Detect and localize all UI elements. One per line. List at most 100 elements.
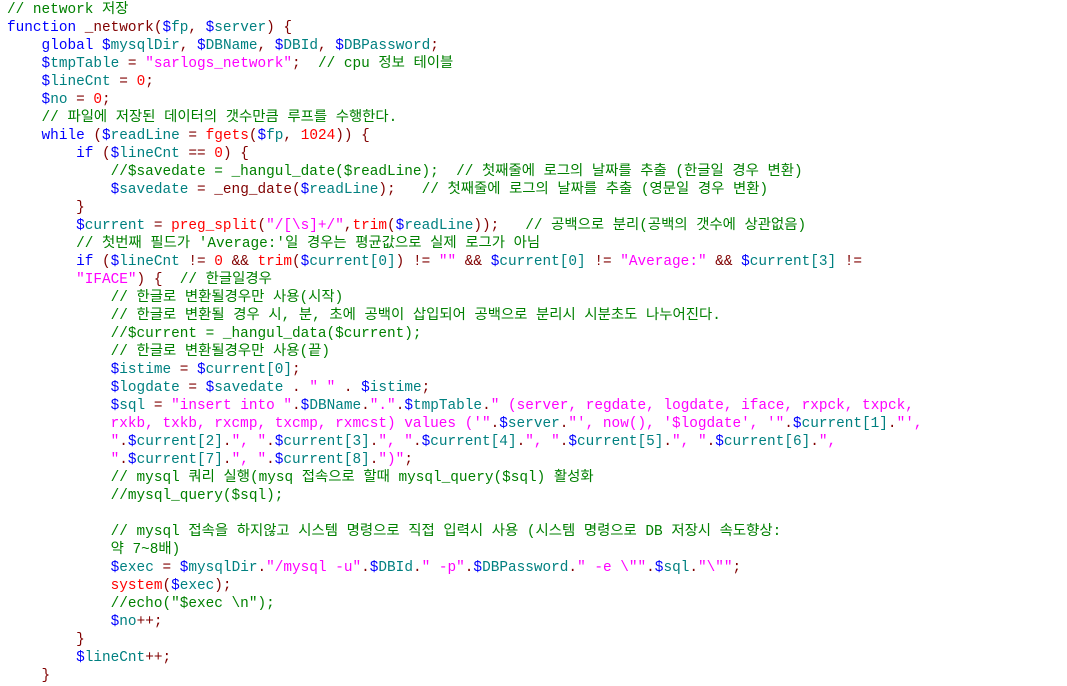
variable-sigil-token: $ [110,254,120,270]
variable-name-token: DBId [283,38,318,54]
code-line: ".$current[2].", ".$current[3].", ".$cur… [7,433,1067,451]
variable-name-token: lineCnt [84,650,146,666]
string-token: " [110,452,120,468]
string-token: "/mysql -u" [266,560,362,576]
code-token: && [222,254,258,270]
code-token: != [585,254,621,270]
code-token: . [266,452,275,468]
code-token: . [361,398,370,414]
string-token: "." [369,398,396,414]
variable-name-token: DBName [309,398,362,414]
number-token: 0 [214,254,223,270]
variable-name-token: mysqlDir [188,560,258,576]
code-token: ( [93,146,111,162]
code-token: . [335,380,362,396]
variable-name-token: DBPassword [482,560,569,576]
code-token: ++; [145,650,172,666]
code-line: } [7,199,1067,217]
code-line: // 파일에 저장된 데이터의 갯수만큼 루프를 수행한다. [7,109,1067,127]
code-token: ++; [136,614,163,630]
code-token: = [179,128,206,144]
code-line: "IFACE") { // 한글일경우 [7,271,1067,289]
code-token: = _eng_date( [188,182,301,198]
comment-token: // 한글로 변환될경우만 사용(시작) [110,290,344,306]
number-token: 0 [136,74,146,90]
code-line: // 한글로 변환될경우만 사용(시작) [7,289,1067,307]
comment-token: // 한글로 변환될 경우 시, 분, 초에 공백이 삽입되어 공백으로 분리시… [110,308,721,324]
string-token: ", " [231,434,267,450]
variable-sigil-token: $ [102,128,111,144]
variable-sigil-token: $ [741,254,750,270]
code-token: ) != [395,254,439,270]
code-line: } [7,667,1067,685]
variable-sigil-token: $ [76,218,85,234]
code-token: = [153,560,180,576]
variable-name-token: no [50,92,68,108]
string-token: ", " [231,452,267,468]
keyword-token: if [76,146,94,162]
code-token: = [179,380,206,396]
code-line: $exec = $mysqlDir."/mysql -u".$DBId." -p… [7,559,1067,577]
string-token: ")" [378,452,405,468]
keyword-token: function [7,20,77,36]
code-editor[interactable]: // network 저장 function _network($fp, $ser… [0,0,1067,685]
code-token: ; [732,560,742,576]
variable-sigil-token: $ [257,128,267,144]
code-line: $tmpTable = "sarlogs_network"; // cpu 정보… [7,55,1067,73]
code-token: . [810,434,819,450]
variable-sigil-token: $ [361,380,370,396]
code-line: while ($readLine = fgets($fp, 1024)) { [7,127,1067,145]
string-token: "IFACE" [76,272,137,288]
variable-sigil-token: $ [127,434,137,450]
variable-sigil-token: $ [335,38,344,54]
code-line: $no++; [7,613,1067,631]
code-token: . [412,434,422,450]
string-token: " -e \"" [577,560,647,576]
variable-sigil-token: $ [110,614,120,630]
variable-name-token: current[4] [430,434,517,450]
variable-name-token: current[1] [801,416,888,432]
code-token: , [188,20,206,36]
number-token: 1024 [300,128,336,144]
code-token: ( [162,578,172,594]
comment-token: // 한글로 변환될경우만 사용(끝) [110,344,330,360]
string-token: ", " [672,434,707,450]
variable-sigil-token: $ [715,434,724,450]
code-token: == [179,146,215,162]
variable-name-token: fp [266,128,284,144]
code-token: ; [102,92,111,108]
comment-token: // 공백으로 분리(공백의 갯수에 상관없음) [525,218,807,234]
variable-name-token: readLine [309,182,379,198]
code-line: $lineCnt++; [7,649,1067,667]
code-token: )); [473,218,526,234]
code-token: = [67,92,94,108]
code-token: ; [292,56,318,72]
string-token: " [110,434,120,450]
variable-name-token: mysqlDir [110,38,180,54]
function-token: fgets [205,128,249,144]
code-token: ); [214,578,232,594]
code-token: , [179,38,198,54]
variable-name-token: savedate [119,182,189,198]
code-token: ; [421,380,431,396]
code-token: . [119,452,128,468]
variable-name-token: current[6] [723,434,811,450]
code-token: = [119,56,146,72]
code-token: = [110,74,137,90]
variable-name-token: exec [179,578,215,594]
code-token: . [490,416,500,432]
code-line: system($exec); [7,577,1067,595]
